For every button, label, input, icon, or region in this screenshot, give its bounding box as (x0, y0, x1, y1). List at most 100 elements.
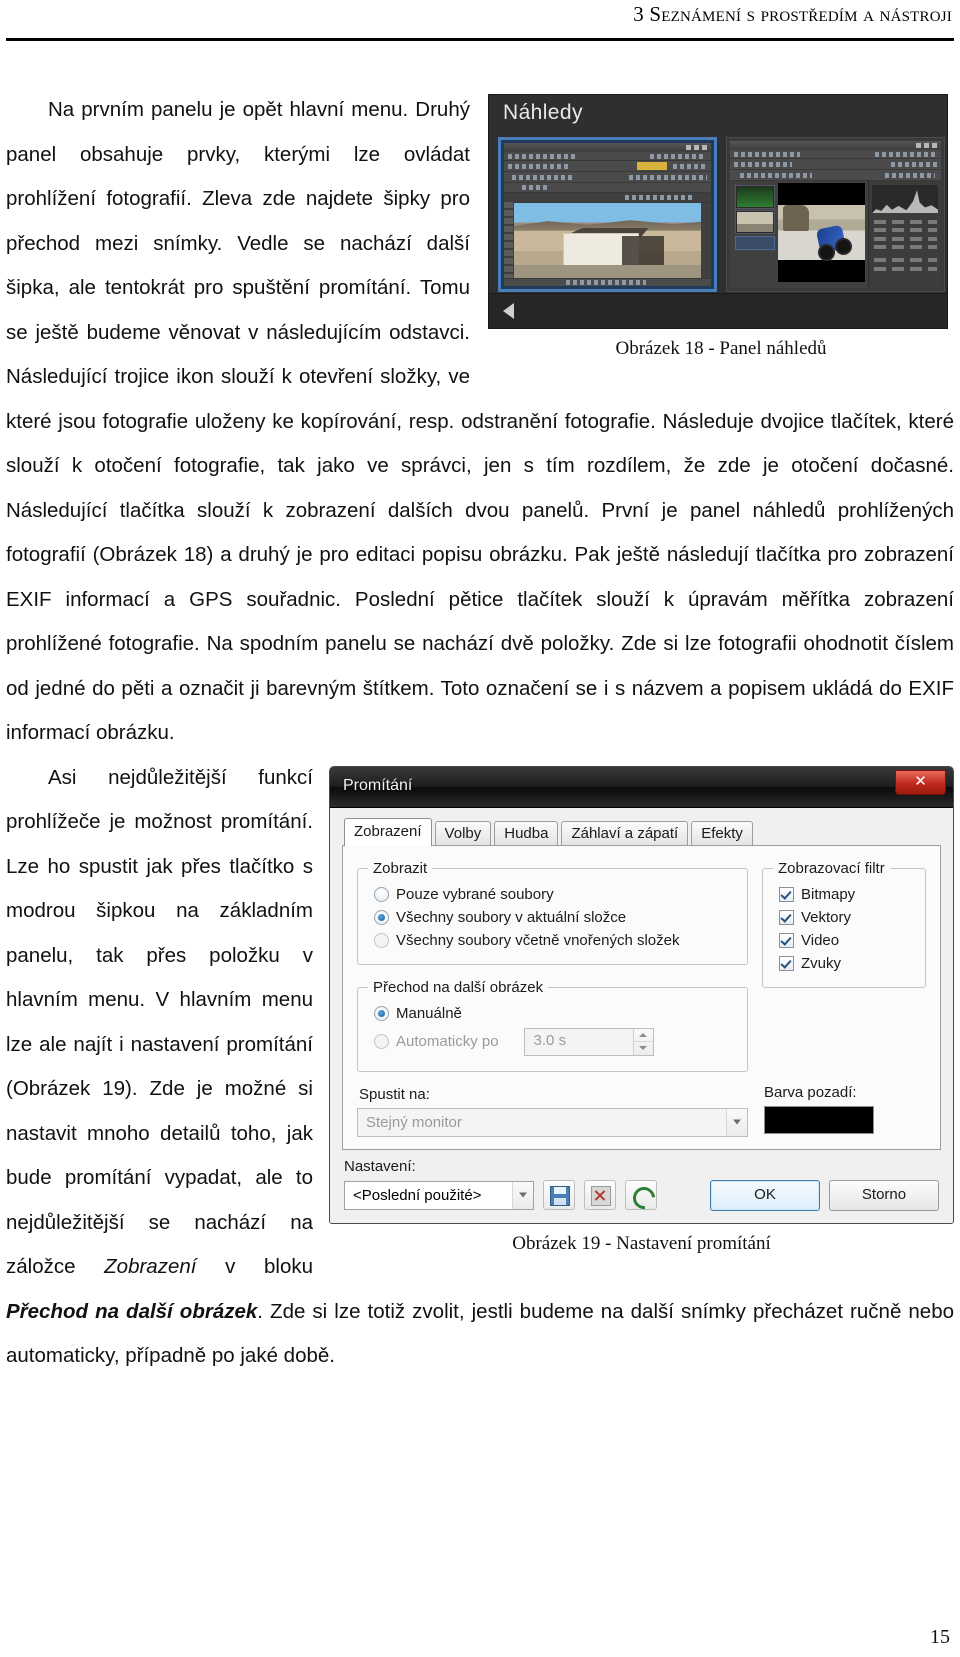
mini-menubar (730, 150, 941, 159)
figure-19: Promítání ✕ Zobrazení Volby Hudba Záhlav… (329, 765, 954, 1255)
mini-toolbar-row1 (504, 161, 711, 172)
checkbox-icon-zvuky[interactable] (779, 955, 794, 971)
mini-info-line-2 (873, 228, 937, 233)
group-zobrazovaci-filtr: Zobrazovací filtr Bitmapy Vektory Video … (762, 859, 926, 988)
tabpage-right-column: Zobrazovací filtr Bitmapy Vektory Video … (762, 859, 926, 1137)
paragraph-projection-run1: Asi nejdůležitější funkcí prohlížeče je … (6, 765, 313, 1279)
paragraph-projection-block-name: Přechod na další obrázek (6, 1299, 258, 1323)
preset-value: <Poslední použité> (353, 1186, 482, 1204)
dialog-footer: Nastavení: <Poslední použité> OK Storno (330, 1149, 953, 1223)
mini-menu-right (875, 152, 935, 157)
mini-titlebar (504, 143, 711, 152)
background-color-label: Barva pozadí: (764, 1083, 857, 1101)
check-label-video: Video (801, 931, 840, 949)
checkbox-icon-bitmapy[interactable] (779, 886, 794, 902)
figure-19-caption: Obrázek 19 - Nastavení promítání (512, 1232, 771, 1254)
save-icon[interactable] (543, 1180, 575, 1210)
check-row-video[interactable]: Video (773, 929, 915, 952)
figure-18-caption: Obrázek 18 - Panel náhledů (615, 338, 827, 359)
tab-zahlavi-a-zapati[interactable]: Záhlaví a zápatí (561, 820, 689, 846)
check-label-bitmapy: Bitmapy (801, 885, 856, 903)
mini-toolbar-icons-right (673, 164, 707, 169)
mini-screenshot-house (504, 143, 711, 286)
mini-pathbar (504, 193, 711, 203)
radio-row-selected-files[interactable]: Pouze vybrané soubory (368, 883, 737, 906)
photo-motorbike (778, 183, 866, 282)
mini-window-buttons (916, 143, 938, 148)
mini-sidebar-thumb-bike (735, 210, 775, 234)
mini-toolbar-row3 (504, 183, 711, 193)
chevron-down-icon[interactable] (726, 1108, 747, 1136)
delete-icon[interactable] (584, 1180, 616, 1210)
thumbnails-scrollbar[interactable] (489, 293, 947, 328)
thumbnails-panel-title: Náhledy (503, 101, 583, 124)
check-row-zvuky[interactable]: Zvuky (773, 952, 915, 975)
radio-label-nested-folders: Všechny soubory včetně vnořených složek (396, 931, 680, 949)
radio-label-selected-files: Pouze vybrané soubory (396, 885, 554, 903)
background-color-block: Barva pozadí: (762, 1084, 926, 1134)
mini-info-line-6 (873, 266, 937, 271)
check-label-vektory: Vektory (801, 908, 852, 926)
undo-icon[interactable] (625, 1180, 660, 1214)
mini-toolbar-icons (734, 162, 792, 167)
close-icon[interactable]: ✕ (895, 769, 946, 795)
thumbnail-house[interactable] (498, 137, 717, 292)
mini-sidebar-item (735, 236, 775, 250)
photo-house-shadow (622, 236, 664, 265)
mini-info-line-3 (873, 236, 937, 241)
tabpage-left-column: Zobrazit Pouze vybrané soubory Všechny s… (357, 859, 748, 1137)
mini-thumb-green-image (737, 187, 773, 207)
paragraph-projection-tab-name: Zobrazení (104, 1255, 197, 1278)
radio-icon-selected-files[interactable] (374, 886, 389, 902)
mini-toolbar2-icons (512, 175, 574, 180)
radio-label-current-folder: Všechny soubory v aktuální složce (396, 908, 627, 926)
run-on-select[interactable]: Stejný monitor (357, 1107, 748, 1137)
paragraph-projection-run2: v bloku (196, 1255, 313, 1278)
triangle-left-icon[interactable] (503, 303, 514, 319)
background-color-swatch[interactable] (764, 1105, 874, 1134)
mini-toolbar-row1 (730, 159, 941, 170)
tab-zobrazeni[interactable]: Zobrazení (344, 817, 432, 846)
check-row-bitmapy[interactable]: Bitmapy (773, 883, 915, 906)
radio-icon-automatic[interactable] (374, 1034, 389, 1049)
cancel-button[interactable]: Storno (829, 1179, 939, 1211)
radio-icon-manual[interactable] (374, 1005, 389, 1021)
chevron-down-icon[interactable] (512, 1181, 533, 1209)
thumbnails-strip (498, 137, 947, 292)
interval-stepper-buttons[interactable] (632, 1028, 653, 1055)
histogram-curve (872, 190, 939, 214)
radio-row-current-folder[interactable]: Všechny soubory v aktuální složce (368, 906, 737, 929)
mini-window-buttons (686, 145, 708, 150)
page-content: Náhledy Obrázek 18 - Panel náhledů Na pr… (6, 88, 954, 1379)
checkbox-icon-video[interactable] (779, 932, 794, 948)
interval-stepper[interactable]: 3.0 s (523, 1027, 654, 1056)
mini-toolbar-icons-right (891, 162, 937, 167)
tab-volby[interactable]: Volby (434, 820, 492, 846)
group-prechod-legend: Přechod na další obrázek (373, 978, 544, 996)
tab-hudba[interactable]: Hudba (494, 820, 559, 846)
check-row-vektory[interactable]: Vektory (773, 906, 915, 929)
running-title: 3 Seznámení s prostředím a nástroji (633, 2, 952, 26)
preset-select[interactable]: <Poslední použité> (344, 1180, 534, 1210)
thumbnail-motorbike[interactable] (726, 137, 945, 292)
radio-icon-current-folder[interactable] (374, 909, 389, 925)
chevron-down-icon[interactable] (633, 1041, 653, 1055)
figure-18: Náhledy Obrázek 18 - Panel náhledů (488, 94, 954, 360)
radio-icon-nested-folders[interactable] (374, 932, 389, 948)
chevron-up-icon[interactable] (634, 1029, 653, 1042)
mini-menu-items (734, 152, 800, 157)
ok-button[interactable]: OK (710, 1179, 820, 1211)
radio-row-nested-folders[interactable]: Všechny soubory včetně vnořených složek (368, 929, 737, 952)
check-label-zvuky: Zvuky (801, 954, 842, 972)
checkbox-icon-vektory[interactable] (779, 909, 794, 925)
group-filter-legend: Zobrazovací filtr (778, 859, 885, 877)
radio-row-manual[interactable]: Manuálně (368, 1002, 737, 1025)
dialog-tabstrip: Zobrazení Volby Hudba Záhlaví a zápatí E… (344, 817, 941, 846)
mini-menu-right (650, 154, 705, 159)
radio-row-automatic[interactable]: Automaticky po 3.0 s (368, 1025, 737, 1059)
mini-sidebar-thumb-green (735, 185, 775, 209)
mini-toolbar-row2 (730, 170, 941, 181)
tab-efekty[interactable]: Efekty (691, 820, 753, 846)
mini-info-line-4 (873, 245, 937, 250)
run-on-label: Spustit na: (359, 1085, 430, 1103)
